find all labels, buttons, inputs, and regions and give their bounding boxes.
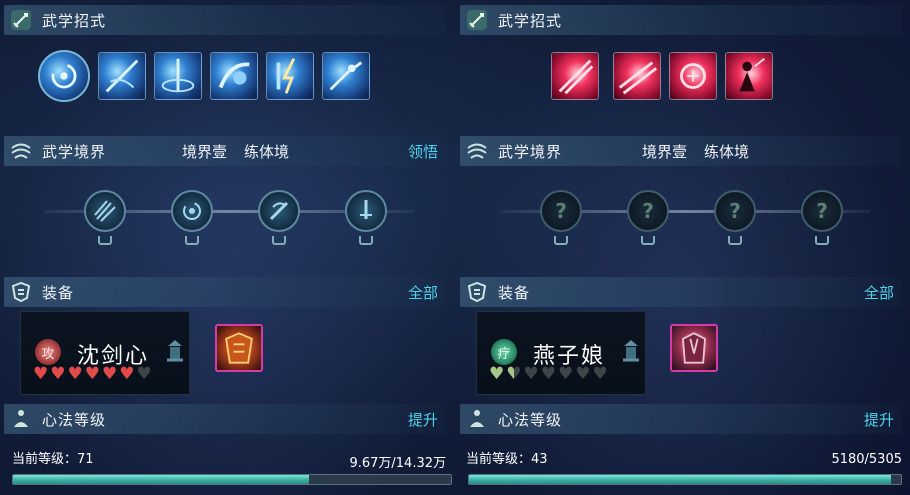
- blade-realm-icon[interactable]: [258, 190, 300, 232]
- crimson-seal-skill-icon[interactable]: [669, 52, 717, 100]
- locked-realm-icon[interactable]: ?: [801, 190, 843, 232]
- swirl-realm-icon[interactable]: [171, 190, 213, 232]
- realm-title: 武学境界: [498, 142, 563, 161]
- warrior-role-icon: [165, 338, 185, 364]
- realm-slot: [641, 236, 655, 245]
- heart-icon: ♥: [102, 364, 118, 384]
- vortex-skill-icon[interactable]: [154, 52, 202, 100]
- sword-skill-icon: [464, 7, 490, 33]
- attack-class-badge: 攻: [35, 339, 61, 365]
- locked-realm-icon[interactable]: ?: [714, 190, 756, 232]
- view-all-button[interactable]: 全部: [408, 282, 438, 303]
- heart-empty-icon: ♥: [136, 364, 152, 384]
- heart-method-header: 心法等级 提升: [460, 404, 902, 434]
- realm-slot: [359, 236, 373, 245]
- realm-slot: [98, 236, 112, 245]
- meditation-icon: [464, 406, 490, 432]
- upgrade-button[interactable]: 提升: [408, 409, 438, 430]
- right-character-panel: 武学招式 武学境界 境界壹 练体境 ? ? ? ? 装备 全部 疗 燕子娘 ♥ …: [456, 0, 906, 495]
- character-card[interactable]: 攻 沈剑心 ♥ ♥ ♥ ♥ ♥ ♥ ♥: [20, 311, 190, 395]
- current-level: 当前等级：71: [12, 452, 94, 467]
- skills-header: 武学招式: [460, 5, 902, 35]
- skills-header: 武学招式: [4, 5, 446, 35]
- skills-title: 武学招式: [498, 11, 563, 30]
- crimson-strike-skill-icon[interactable]: [613, 52, 661, 100]
- heart-method-header: 心法等级 提升: [4, 404, 446, 434]
- level-progress-bar: [12, 474, 452, 485]
- heart-half-icon: ♥: [506, 364, 522, 384]
- left-character-panel: 武学招式 武学境界 境界壹 练体境 领悟 装备 全部 攻 沈剑心 ♥ ♥ ♥ ♥…: [0, 0, 452, 495]
- progress-value: 5180/5305: [831, 452, 902, 467]
- heart-empty-icon: ♥: [558, 364, 574, 384]
- crimson-slash-skill-icon[interactable]: [551, 52, 599, 100]
- locked-realm-icon[interactable]: ?: [627, 190, 669, 232]
- heart-empty-icon: ♥: [540, 364, 556, 384]
- view-all-button[interactable]: 全部: [864, 282, 894, 303]
- equipment-header: 装备 全部: [4, 277, 446, 307]
- realm-slot: [554, 236, 568, 245]
- warrior-role-icon: [621, 338, 641, 364]
- sword-slash-skill-icon[interactable]: [98, 52, 146, 100]
- armor-equipment-slot[interactable]: [670, 324, 718, 372]
- character-card[interactable]: 疗 燕子娘 ♥ ♥ ♥ ♥ ♥ ♥ ♥: [476, 311, 646, 395]
- progress-fill: [13, 475, 309, 484]
- locked-realm-icon[interactable]: ?: [540, 190, 582, 232]
- realm-track: [44, 190, 414, 260]
- heart-rating: ♥ ♥ ♥ ♥ ♥ ♥ ♥: [489, 366, 608, 383]
- armor-icon: [464, 279, 490, 305]
- heart-icon: ♥: [84, 364, 100, 384]
- heart-rating: ♥ ♥ ♥ ♥ ♥ ♥ ♥: [33, 366, 152, 383]
- heart-empty-icon: ♥: [575, 364, 591, 384]
- heart-icon: ♥: [67, 364, 83, 384]
- healer-class-badge: 疗: [491, 339, 517, 365]
- progress-fill: [469, 475, 891, 484]
- skill-list: [38, 50, 370, 102]
- crimson-figure-skill-icon[interactable]: [725, 52, 773, 100]
- realm-stage: 练体境: [244, 142, 290, 161]
- equipment-title: 装备: [498, 283, 531, 302]
- realm-track: ? ? ? ?: [500, 190, 870, 260]
- equipment-title: 装备: [42, 283, 75, 302]
- upgrade-button[interactable]: 提升: [864, 409, 894, 430]
- realm-level: 境界壹: [182, 142, 228, 161]
- armor-equipment-slot[interactable]: [215, 324, 263, 372]
- lightning-skill-icon[interactable]: [266, 52, 314, 100]
- slash-realm-icon[interactable]: [84, 190, 126, 232]
- realm-level: 境界壹: [642, 142, 688, 161]
- level-progress-bar: [468, 474, 902, 485]
- armor-icon: [8, 279, 34, 305]
- realm-title: 武学境界: [42, 142, 107, 161]
- current-level: 当前等级：43: [466, 452, 548, 467]
- realm-slot: [185, 236, 199, 245]
- skills-title: 武学招式: [42, 11, 107, 30]
- heart-icon: ♥: [489, 364, 505, 384]
- equipment-header: 装备 全部: [460, 277, 902, 307]
- meditation-icon: [8, 406, 34, 432]
- heart-method-title: 心法等级: [498, 410, 563, 429]
- swirl-realm-header-icon: [8, 138, 34, 164]
- comprehend-button[interactable]: 领悟: [408, 141, 438, 162]
- swirl-skill-icon[interactable]: [38, 50, 90, 102]
- realm-slot: [728, 236, 742, 245]
- skill-list: [551, 50, 773, 102]
- fist-strike-skill-icon[interactable]: [210, 52, 258, 100]
- realm-header: 武学境界 境界壹 练体境: [460, 136, 902, 166]
- swirl-realm-header-icon: [464, 138, 490, 164]
- heart-empty-icon: ♥: [592, 364, 608, 384]
- realm-slot: [815, 236, 829, 245]
- realm-stage: 练体境: [704, 142, 750, 161]
- dash-strike-skill-icon[interactable]: [322, 52, 370, 100]
- sword-skill-icon: [8, 7, 34, 33]
- sword-realm-icon[interactable]: [345, 190, 387, 232]
- realm-slot: [272, 236, 286, 245]
- heart-icon: ♥: [119, 364, 135, 384]
- heart-method-title: 心法等级: [42, 410, 107, 429]
- heart-icon: ♥: [50, 364, 66, 384]
- heart-empty-icon: ♥: [523, 364, 539, 384]
- realm-header: 武学境界 境界壹 练体境 领悟: [4, 136, 446, 166]
- progress-value: 9.67万/14.32万: [349, 456, 446, 471]
- heart-icon: ♥: [33, 364, 49, 384]
